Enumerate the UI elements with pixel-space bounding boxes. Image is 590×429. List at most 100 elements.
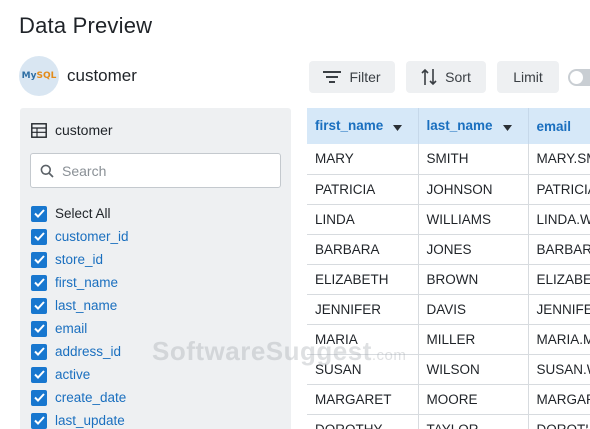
checkbox-checked-icon[interactable] xyxy=(31,205,47,222)
preview-table: first_name last_name email MARY SMITH MARY.S… xyxy=(307,108,590,429)
column-item-label: email xyxy=(55,321,88,336)
limit-toggle[interactable] xyxy=(568,69,590,86)
sort-arrows-icon xyxy=(421,68,437,86)
column-item[interactable]: create_date xyxy=(31,386,129,409)
table-cell[interactable]: ELIZABETH xyxy=(307,264,419,295)
filter-label: Filter xyxy=(349,69,381,85)
caret-down-icon[interactable] xyxy=(393,119,403,134)
table-cell[interactable]: DOROTH xyxy=(528,414,590,429)
table-cell[interactable]: TAYLOR xyxy=(418,414,529,429)
column-item-label: create_date xyxy=(55,390,127,405)
table-row[interactable]: MARYSMITHMARY.SM xyxy=(307,144,590,175)
table-body: MARYSMITHMARY.SMPATRICIAJOHNSONPATRICIAL… xyxy=(307,144,590,429)
sidebar-header: customer xyxy=(31,122,113,138)
checkbox-checked-icon[interactable] xyxy=(31,389,47,406)
table-cell[interactable]: MOORE xyxy=(418,384,529,415)
column-item[interactable]: customer_id xyxy=(31,225,129,248)
mysql-logo-icon: MySQL xyxy=(19,56,59,96)
table-cell[interactable]: WILLIAMS xyxy=(418,204,529,235)
column-item-label: last_name xyxy=(55,298,118,313)
table-cell[interactable]: BROWN xyxy=(418,264,529,295)
column-item-label: store_id xyxy=(55,252,104,267)
table-cell[interactable]: MARGAR xyxy=(528,384,590,415)
column-item[interactable]: last_update xyxy=(31,409,129,429)
table-row[interactable]: LINDA WILLIAMS LINDA.W xyxy=(307,204,590,235)
checkbox-checked-icon[interactable] xyxy=(31,343,47,360)
column-search xyxy=(30,153,281,188)
table-row[interactable]: BARBARA JONES BARBAR xyxy=(307,234,590,265)
checkbox-checked-icon[interactable] xyxy=(31,228,47,245)
column-item-label: address_id xyxy=(55,344,122,359)
table-header-row: first_name last_name email xyxy=(307,108,590,144)
table-cell[interactable]: WILSON xyxy=(418,354,529,385)
table-icon xyxy=(31,122,47,138)
table-name: customer xyxy=(67,66,137,85)
table-cell[interactable]: LINDA.W xyxy=(528,204,590,235)
table-row[interactable]: MARIA MILLER MARIA.M xyxy=(307,324,590,355)
table-cell[interactable]: DOROTHY xyxy=(307,414,419,429)
column-item[interactable]: last_name xyxy=(31,294,129,317)
table-cell[interactable]: JENNIFER xyxy=(307,294,419,325)
table-cell[interactable]: MARGARET xyxy=(307,384,419,415)
select-all-item[interactable]: Select All xyxy=(31,202,129,225)
logo-text-my: My xyxy=(21,71,37,81)
column-item-label: last_update xyxy=(55,413,125,428)
table-cell[interactable]: BARBAR xyxy=(528,234,590,265)
column-item[interactable]: first_name xyxy=(31,271,129,294)
column-item[interactable]: address_id xyxy=(31,340,129,363)
column-item-label: active xyxy=(55,367,91,382)
table-row[interactable]: JENNIFER DAVIS JENNIFE xyxy=(307,294,590,325)
table-cell[interactable]: SMITH xyxy=(418,144,529,175)
table-row[interactable]: ELIZABETH BROWN ELIZABE xyxy=(307,264,590,295)
search-input[interactable] xyxy=(62,162,262,179)
table-cell[interactable]: ELIZABE xyxy=(528,264,590,295)
table-cell[interactable]: MARIA.M xyxy=(528,324,590,355)
column-item[interactable]: store_id xyxy=(31,248,129,271)
select-all-label: Select All xyxy=(55,206,111,221)
table-cell[interactable]: LINDA xyxy=(307,204,419,235)
column-item[interactable]: email xyxy=(31,317,129,340)
checkbox-checked-icon[interactable] xyxy=(31,274,47,291)
toggle-knob xyxy=(570,71,583,84)
table-cell[interactable]: MARY.SM xyxy=(528,144,590,175)
column-header-label: email xyxy=(536,118,572,134)
table-cell[interactable]: DAVIS xyxy=(418,294,529,325)
column-item-label: first_name xyxy=(55,275,119,290)
table-cell[interactable]: MARY xyxy=(307,144,419,175)
column-item-label: customer_id xyxy=(55,229,129,244)
data-preview-window: Data Preview MySQL customer Filter Sort … xyxy=(0,0,590,429)
page-title: Data Preview xyxy=(19,13,153,38)
filter-icon xyxy=(323,71,342,83)
checkbox-checked-icon[interactable] xyxy=(31,320,47,337)
checkbox-checked-icon[interactable] xyxy=(31,366,47,383)
table-cell[interactable]: JONES xyxy=(418,234,529,265)
table-cell[interactable]: SUSAN.W xyxy=(528,354,590,385)
table-cell[interactable]: JOHNSON xyxy=(418,174,529,205)
table-cell[interactable]: SUSAN xyxy=(307,354,419,385)
table-cell[interactable]: PATRICIA xyxy=(528,174,590,205)
table-cell[interactable]: MILLER xyxy=(418,324,529,355)
table-row[interactable]: MARGARET MOORE MARGAR xyxy=(307,384,590,415)
checkbox-checked-icon[interactable] xyxy=(31,251,47,268)
table-row[interactable]: PATRICIAJOHNSONPATRICIA xyxy=(307,174,590,205)
column-header[interactable]: first_name xyxy=(307,108,419,144)
checkbox-checked-icon[interactable] xyxy=(31,297,47,314)
limit-button[interactable]: Limit xyxy=(497,61,559,93)
column-header-label: last_name xyxy=(426,118,493,134)
filter-button[interactable]: Filter xyxy=(309,61,395,93)
sort-label: Sort xyxy=(445,69,471,85)
table-row[interactable]: SUSANWILSONSUSAN.W xyxy=(307,354,590,385)
table-cell[interactable]: JENNIFE xyxy=(528,294,590,325)
table-row[interactable]: DOROTHY TAYLOR DOROTH xyxy=(307,414,590,429)
caret-down-icon[interactable] xyxy=(502,119,512,134)
checkbox-checked-icon[interactable] xyxy=(31,412,47,429)
sort-button[interactable]: Sort xyxy=(406,61,486,93)
table-cell[interactable]: BARBARA xyxy=(307,234,419,265)
column-header[interactable]: last_name xyxy=(418,108,529,144)
column-header[interactable]: email xyxy=(528,108,590,144)
column-item[interactable]: active xyxy=(31,363,129,386)
table-cell[interactable]: PATRICIA xyxy=(307,174,419,205)
column-header-label: first_name xyxy=(315,118,384,134)
table-cell[interactable]: MARIA xyxy=(307,324,419,355)
sidebar-table-label: customer xyxy=(55,122,113,138)
